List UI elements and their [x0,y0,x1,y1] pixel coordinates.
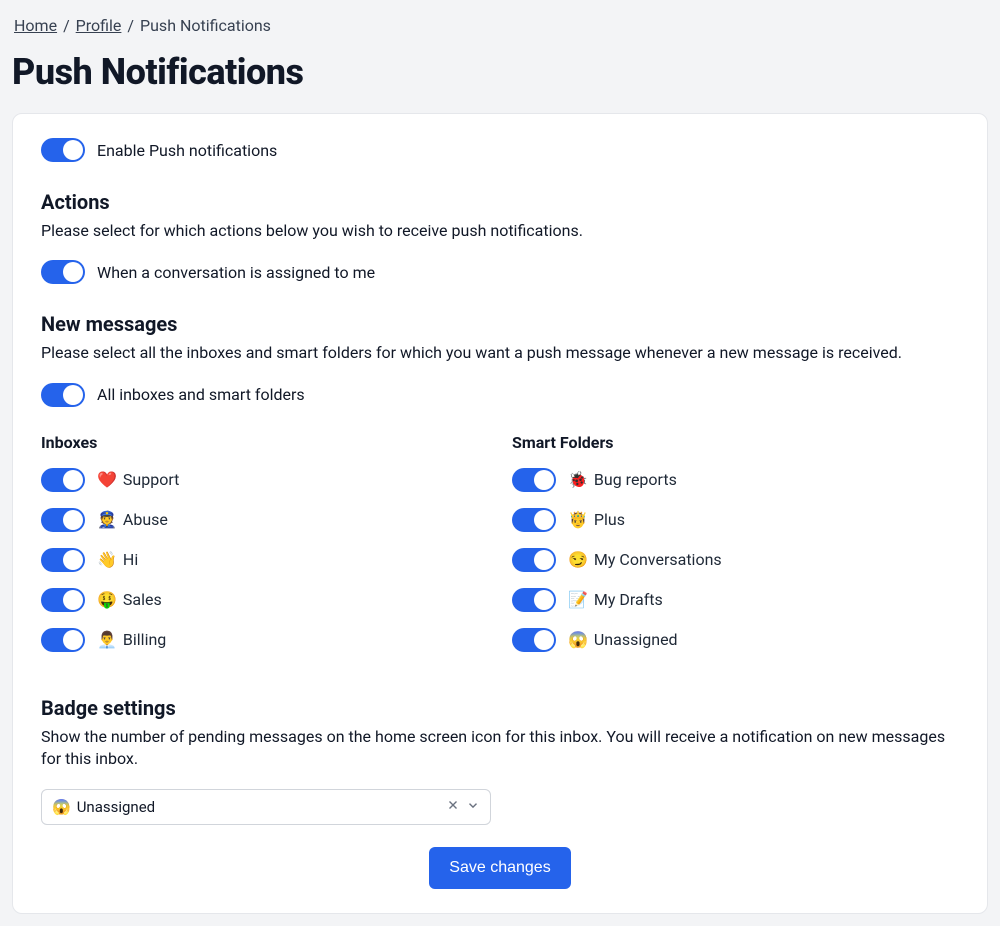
breadcrumb-separator: / [63,16,70,35]
toggle-folder-my-drafts[interactable] [512,588,556,612]
item-text: My Drafts [594,590,663,609]
smart-folder-item: 📝 My Drafts [512,588,959,612]
inbox-item: 👋 Hi [41,548,488,572]
toggle-inbox-hi[interactable] [41,548,85,572]
actions-heading: Actions [41,190,959,214]
toggle-folder-bug-reports[interactable] [512,468,556,492]
toggle-assigned-to-me[interactable] [41,260,85,284]
new-messages-desc: Please select all the inboxes and smart … [41,342,959,364]
page-title: Push Notifications [12,51,988,93]
clear-icon[interactable] [446,798,460,816]
inbox-item: ❤️ Support [41,468,488,492]
toggle-all-inboxes[interactable] [41,383,85,407]
chevron-down-icon[interactable] [466,798,480,816]
breadcrumb: Home / Profile / Push Notifications [12,12,988,43]
toggle-inbox-abuse[interactable] [41,508,85,532]
save-button[interactable]: Save changes [429,847,570,889]
item-text: Billing [123,630,166,649]
toggle-inbox-support[interactable] [41,468,85,492]
smart-folder-item: 😏 My Conversations [512,548,959,572]
smart-folder-label: 📝 My Drafts [568,590,663,609]
all-inboxes-label: All inboxes and smart folders [97,385,305,404]
emoji-icon: 😏 [568,550,588,569]
smart-folder-item: 🤴 Plus [512,508,959,532]
emoji-icon: 👨‍💼 [97,630,117,649]
assigned-to-me-label: When a conversation is assigned to me [97,263,375,282]
inbox-label: ❤️ Support [97,470,179,489]
breadcrumb-current: Push Notifications [140,16,271,35]
smart-folder-label: 😏 My Conversations [568,550,722,569]
toggle-inbox-sales[interactable] [41,588,85,612]
inbox-label: 🤑 Sales [97,590,162,609]
badge-desc: Show the number of pending messages on t… [41,726,959,771]
badge-select[interactable]: 😱 Unassigned [41,789,491,825]
smart-folder-label: 🐞 Bug reports [568,470,677,489]
emoji-icon: 📝 [568,590,588,609]
item-text: Plus [594,510,625,529]
new-messages-heading: New messages [41,312,959,336]
smart-folder-label: 😱 Unassigned [568,630,678,649]
inboxes-heading: Inboxes [41,433,488,452]
toggle-folder-unassigned[interactable] [512,628,556,652]
emoji-icon: 🤑 [97,590,117,609]
emoji-icon: 😱 [568,630,588,649]
smart-folder-list: 🐞 Bug reports 🤴 Plus 😏 My Conversations 📝 My Dr… [512,468,959,652]
breadcrumb-profile[interactable]: Profile [76,16,122,35]
inbox-item: 👮 Abuse [41,508,488,532]
emoji-icon: 👮 [97,510,117,529]
emoji-icon: 🐞 [568,470,588,489]
breadcrumb-home[interactable]: Home [14,16,57,35]
item-text: My Conversations [594,550,722,569]
item-text: Abuse [123,510,168,529]
emoji-icon: 👋 [97,550,117,569]
emoji-icon: 🤴 [568,510,588,529]
badge-select-emoji: 😱 [52,798,71,816]
settings-card: Enable Push notifications Actions Please… [12,113,988,914]
smart-folder-item: 🐞 Bug reports [512,468,959,492]
item-text: Support [123,470,179,489]
emoji-icon: ❤️ [97,470,117,489]
enable-push-label: Enable Push notifications [97,141,277,160]
inbox-item: 🤑 Sales [41,588,488,612]
inbox-label: 👨‍💼 Billing [97,630,166,649]
smart-folder-item: 😱 Unassigned [512,628,959,652]
inbox-list: ❤️ Support 👮 Abuse 👋 Hi 🤑 Sales 👨‍💼 Billing [41,468,488,652]
item-text: Bug reports [594,470,677,489]
actions-desc: Please select for which actions below yo… [41,220,959,242]
inbox-label: 👮 Abuse [97,510,168,529]
badge-select-label: Unassigned [77,798,155,816]
toggle-folder-plus[interactable] [512,508,556,532]
toggle-folder-my-conversations[interactable] [512,548,556,572]
toggle-enable-push[interactable] [41,138,85,162]
inbox-item: 👨‍💼 Billing [41,628,488,652]
item-text: Hi [123,550,138,569]
item-text: Sales [123,590,162,609]
toggle-inbox-billing[interactable] [41,628,85,652]
smart-folder-label: 🤴 Plus [568,510,625,529]
smart-folders-heading: Smart Folders [512,433,959,452]
badge-heading: Badge settings [41,696,959,720]
breadcrumb-separator: / [127,16,134,35]
inbox-label: 👋 Hi [97,550,138,569]
item-text: Unassigned [594,630,678,649]
